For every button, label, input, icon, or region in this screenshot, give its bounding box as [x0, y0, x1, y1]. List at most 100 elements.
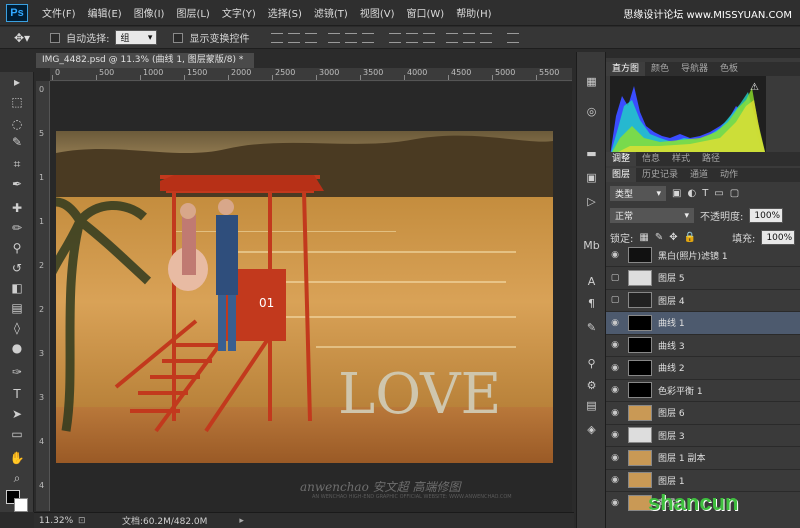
layer-row[interactable]: ◉ 黑白(照片)滤镜 1	[606, 244, 800, 267]
warning-icon[interactable]: ⚠	[750, 82, 759, 93]
menu-image[interactable]: 图像(I)	[128, 5, 171, 20]
type-tool-icon[interactable]: T	[8, 386, 26, 402]
3d-icon[interactable]: ◈	[583, 422, 600, 437]
eye-icon[interactable]: ◉	[606, 475, 624, 485]
healing-brush-tool-icon[interactable]: ✚	[8, 200, 26, 216]
tab-history[interactable]: 历史记录	[636, 168, 684, 182]
filter-pixel-icon[interactable]: ▣	[672, 188, 681, 199]
kuler-icon[interactable]: ◎	[583, 104, 600, 119]
tab-info[interactable]: 信息	[636, 152, 666, 166]
layer-kind-dropdown[interactable]: 类型 ▾	[610, 186, 666, 201]
menu-edit[interactable]: 编辑(E)	[82, 5, 128, 20]
actions-icon[interactable]: ▷	[583, 194, 600, 209]
menu-window[interactable]: 窗口(W)	[400, 5, 450, 20]
eye-icon[interactable]: ◉	[606, 385, 624, 395]
lasso-tool-icon[interactable]: ◌	[8, 116, 26, 132]
menu-filter[interactable]: 滤镜(T)	[308, 5, 354, 20]
eye-icon[interactable]: ◉	[606, 363, 624, 373]
menu-select[interactable]: 选择(S)	[262, 5, 308, 20]
distribute-right-icon[interactable]	[480, 32, 493, 43]
eye-icon[interactable]: ◉	[606, 498, 624, 508]
tab-color[interactable]: 颜色	[645, 62, 675, 76]
brush-presets-icon[interactable]: ✎	[583, 320, 600, 335]
layer-row[interactable]: ◉ 图层 3	[606, 424, 800, 447]
show-transform-checkbox[interactable]	[173, 32, 184, 43]
crop-tool-icon[interactable]: ⌗	[8, 156, 26, 172]
path-select-tool-icon[interactable]: ➤	[8, 406, 26, 422]
tab-navigator[interactable]: 导航器	[675, 62, 714, 76]
mb-icon[interactable]: Mb	[583, 238, 600, 253]
eye-icon[interactable]: ◉	[606, 430, 624, 440]
mini-bridge-icon[interactable]: ▬	[583, 146, 600, 161]
document-tab[interactable]: IMG_4482.psd @ 11.3% (曲线 1, 图层蒙版/8) *	[36, 53, 254, 68]
blur-tool-icon[interactable]: ◊	[8, 320, 26, 336]
history-brush-tool-icon[interactable]: ↺	[8, 260, 26, 276]
filter-adjust-icon[interactable]: ◐	[687, 188, 696, 199]
hand-tool-icon[interactable]: ✋	[8, 450, 26, 466]
auto-align-icon[interactable]	[507, 32, 520, 43]
filter-smart-icon[interactable]: ▢	[730, 188, 739, 199]
background-color-swatch[interactable]	[14, 498, 28, 512]
align-middle-icon[interactable]	[288, 32, 301, 43]
clone-source-icon[interactable]: ⚲	[583, 356, 600, 371]
tab-histogram[interactable]: 直方图	[606, 62, 646, 76]
layer-row[interactable]: ◉ 曲线 1	[606, 311, 800, 335]
character-icon[interactable]: A	[583, 274, 600, 289]
dodge-tool-icon[interactable]: ●	[8, 340, 26, 356]
tab-adjustments[interactable]: 调整	[606, 152, 637, 166]
tab-channels[interactable]: 通道	[684, 168, 714, 182]
distribute-top-icon[interactable]	[389, 32, 402, 43]
eye-icon[interactable]: ◉	[606, 250, 624, 260]
layer-row[interactable]: ▢ 图层 5	[606, 267, 800, 290]
quick-select-tool-icon[interactable]: ✎	[8, 134, 26, 150]
eye-icon[interactable]: ◉	[606, 408, 624, 418]
lock-transparent-icon[interactable]: ▦	[639, 232, 648, 243]
lock-pixels-icon[interactable]: ✎	[655, 232, 663, 243]
filter-shape-icon[interactable]: ▭	[714, 188, 723, 199]
blend-mode-dropdown[interactable]: 正常 ▾	[610, 208, 694, 223]
clone-stamp-tool-icon[interactable]: ⚲	[8, 240, 26, 256]
tool-presets-icon[interactable]: ⚙	[583, 378, 600, 393]
visibility-off-icon[interactable]: ▢	[606, 273, 624, 283]
marquee-tool-icon[interactable]: ⬚	[8, 94, 26, 110]
document-size[interactable]: 文档:60.2M/482.0M	[122, 514, 207, 527]
eyedropper-tool-icon[interactable]: ✒	[8, 176, 26, 192]
eye-icon[interactable]: ◉	[606, 340, 624, 350]
menu-help[interactable]: 帮助(H)	[450, 5, 497, 20]
distribute-bottom-icon[interactable]	[423, 32, 436, 43]
paragraph-icon[interactable]: ¶	[583, 296, 600, 311]
align-right-icon[interactable]	[362, 32, 375, 43]
tab-styles[interactable]: 样式	[666, 152, 696, 166]
menu-type[interactable]: 文字(Y)	[216, 5, 262, 20]
auto-select-checkbox[interactable]	[50, 32, 61, 43]
layer-row[interactable]: ▢ 图层 4	[606, 289, 800, 312]
share-icon[interactable]: ⊡	[78, 516, 92, 526]
move-tool-icon[interactable]: ✥▾	[14, 31, 30, 45]
filter-type-icon[interactable]: T	[702, 188, 708, 199]
history-icon[interactable]: ▣	[583, 170, 600, 185]
align-bottom-icon[interactable]	[305, 32, 318, 43]
zoom-level[interactable]: 11.32%	[34, 516, 78, 526]
align-top-icon[interactable]	[271, 32, 284, 43]
layer-row[interactable]: ◉ 图层 1 副本	[606, 447, 800, 470]
brush-tool-icon[interactable]: ✏	[8, 220, 26, 236]
gradient-tool-icon[interactable]: ▤	[8, 300, 26, 316]
layer-row[interactable]: ◉ 图层 6	[606, 402, 800, 425]
distribute-middle-icon[interactable]	[406, 32, 419, 43]
distribute-left-icon[interactable]	[446, 32, 459, 43]
eye-icon[interactable]: ◉	[606, 318, 624, 328]
menu-layer[interactable]: 图层(L)	[170, 5, 215, 20]
shape-tool-icon[interactable]: ▭	[8, 426, 26, 442]
document-image[interactable]: LOVE 01	[56, 131, 553, 463]
eye-icon[interactable]: ◉	[606, 453, 624, 463]
histogram-icon[interactable]: ▦	[583, 74, 600, 89]
align-left-icon[interactable]	[328, 32, 341, 43]
lock-position-icon[interactable]: ✥	[669, 232, 677, 243]
layer-row[interactable]: ◉ 曲线 2	[606, 357, 800, 380]
zoom-tool-icon[interactable]: ⌕	[8, 470, 26, 486]
distribute-center-icon[interactable]	[463, 32, 476, 43]
eraser-tool-icon[interactable]: ◧	[8, 280, 26, 296]
visibility-off-icon[interactable]: ▢	[606, 295, 624, 305]
tab-layers[interactable]: 图层	[606, 168, 637, 182]
pen-tool-icon[interactable]: ✑	[8, 364, 26, 380]
